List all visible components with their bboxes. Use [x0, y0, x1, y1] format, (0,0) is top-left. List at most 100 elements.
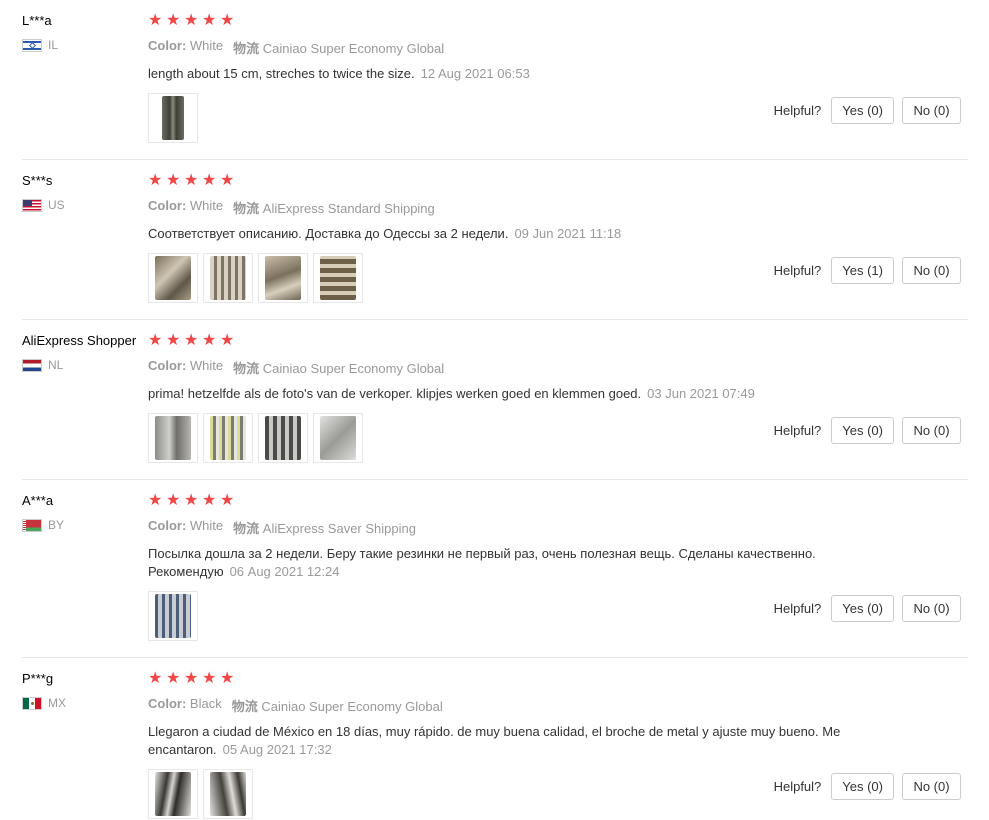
helpful-yes-button[interactable]: Yes (1): [831, 257, 894, 284]
helpful-yes-button[interactable]: Yes (0): [831, 417, 894, 444]
color-label: Color:: [148, 696, 187, 711]
helpful-label: Helpful?: [773, 779, 822, 794]
reviewer-country: IL: [22, 38, 146, 52]
country-code: US: [48, 198, 65, 212]
helpful-controls: Helpful? Yes (0) No (0): [774, 773, 961, 800]
review-photo[interactable]: [313, 413, 363, 463]
helpful-no-button[interactable]: No (0): [902, 417, 961, 444]
color-value: Black: [189, 696, 222, 711]
review-photo[interactable]: [148, 413, 198, 463]
review-date: 06 Aug 2021 12:24: [229, 564, 340, 579]
star-icon: ★: [166, 492, 181, 509]
helpful-no-button[interactable]: No (0): [902, 595, 961, 622]
star-rating: ★ ★ ★ ★ ★: [148, 173, 968, 191]
review-text: Посылка дошла за 2 недели. Беру такие ре…: [148, 546, 816, 579]
review-photo[interactable]: [148, 769, 198, 819]
reviewer-name: S***s: [22, 173, 53, 188]
review-meta: Color: Black 物流 Cainiao Super Economy Gl…: [148, 696, 968, 715]
shipping-value: AliExpress Standard Shipping: [262, 201, 435, 216]
star-icon: ★: [184, 172, 199, 189]
helpful-no-button[interactable]: No (0): [902, 97, 961, 124]
flag-by-icon: [22, 518, 42, 532]
helpful-no-button[interactable]: No (0): [902, 773, 961, 800]
star-rating: ★ ★ ★ ★ ★: [148, 13, 968, 31]
star-icon: ★: [166, 172, 181, 189]
review-photo[interactable]: [148, 93, 198, 143]
reviewer-name: AliExpress Shopper: [22, 333, 137, 348]
review-photo[interactable]: [313, 253, 363, 303]
helpful-controls: Helpful? Yes (1) No (0): [774, 257, 961, 284]
reviewer-info: S***s US: [22, 173, 146, 212]
review-photo[interactable]: [148, 253, 198, 303]
shipping-label: 物流: [233, 361, 260, 376]
shipping-value: Cainiao Super Economy Global: [262, 41, 445, 56]
shipping-label: 物流: [233, 41, 260, 56]
review-item: P***g MX ★ ★ ★ ★ ★ Color: Black 物流 Cainiao S…: [22, 658, 968, 820]
star-icon: ★: [220, 172, 235, 189]
star-icon: ★: [202, 670, 217, 687]
flag-il-icon: [22, 38, 42, 52]
helpful-label: Helpful?: [773, 423, 822, 438]
helpful-yes-button[interactable]: Yes (0): [831, 595, 894, 622]
color-value: White: [189, 518, 224, 533]
star-icon: ★: [148, 332, 163, 349]
star-rating: ★ ★ ★ ★ ★: [148, 333, 968, 351]
review-date: 05 Aug 2021 17:32: [222, 742, 332, 757]
star-icon: ★: [148, 172, 163, 189]
star-icon: ★: [184, 12, 199, 29]
shipping-label: 物流: [233, 201, 260, 216]
helpful-yes-button[interactable]: Yes (0): [831, 773, 894, 800]
color-value: White: [189, 198, 224, 213]
reviewer-country: BY: [22, 518, 146, 532]
star-icon: ★: [202, 332, 217, 349]
review-photo[interactable]: [203, 769, 253, 819]
review-photo[interactable]: [203, 413, 253, 463]
review-text: Соответствует описанию. Доставка до Одес…: [148, 226, 622, 241]
star-icon: ★: [148, 492, 163, 509]
star-icon: ★: [202, 172, 217, 189]
reviewer-country: NL: [22, 358, 146, 372]
star-rating: ★ ★ ★ ★ ★: [148, 671, 968, 689]
star-icon: ★: [202, 12, 217, 29]
review-text: Llegaron a ciudad de México en 18 días, …: [148, 724, 841, 757]
color-label: Color:: [148, 38, 187, 53]
color-label: Color:: [148, 358, 187, 373]
country-code: BY: [48, 518, 65, 532]
country-code: IL: [48, 38, 59, 52]
helpful-label: Helpful?: [773, 601, 822, 616]
star-icon: ★: [166, 670, 181, 687]
reviewer-country: MX: [22, 696, 146, 710]
star-icon: ★: [220, 332, 235, 349]
reviewer-info: P***g MX: [22, 671, 146, 710]
star-icon: ★: [184, 670, 199, 687]
reviewer-info: AliExpress Shopper NL: [22, 333, 146, 372]
review-item: A***a BY ★ ★ ★ ★ ★ Color: White 物流 AliExpres…: [22, 480, 968, 658]
helpful-no-button[interactable]: No (0): [902, 257, 961, 284]
review-meta: Color: White 物流 AliExpress Saver Shippin…: [148, 518, 968, 537]
flag-nl-icon: [22, 358, 42, 372]
review-item: S***s US ★ ★ ★ ★ ★ Color: White 物流 AliExpres…: [22, 160, 968, 320]
review-text: length about 15 cm, streches to twice th…: [148, 66, 530, 81]
star-icon: ★: [202, 492, 217, 509]
star-icon: ★: [220, 12, 235, 29]
review-item: AliExpress Shopper NL ★ ★ ★ ★ ★ Color: White…: [22, 320, 968, 480]
review-date: 12 Aug 2021 06:53: [420, 66, 530, 81]
country-code: NL: [48, 358, 64, 372]
review-photo[interactable]: [258, 413, 308, 463]
helpful-yes-button[interactable]: Yes (0): [831, 97, 894, 124]
review-date: 03 Jun 2021 07:49: [647, 386, 755, 401]
star-icon: ★: [220, 670, 235, 687]
review-photo[interactable]: [148, 591, 198, 641]
shipping-value: Cainiao Super Economy Global: [262, 361, 445, 376]
reviewer-name: P***g: [22, 671, 54, 686]
review-photo[interactable]: [258, 253, 308, 303]
shipping-value: AliExpress Saver Shipping: [262, 521, 416, 536]
helpful-label: Helpful?: [773, 103, 822, 118]
review-date: 09 Jun 2021 11:18: [514, 226, 622, 241]
shipping-value: Cainiao Super Economy Global: [261, 699, 443, 714]
star-icon: ★: [220, 492, 235, 509]
helpful-controls: Helpful? Yes (0) No (0): [774, 417, 961, 444]
reviewer-name: L***a: [22, 13, 52, 28]
star-rating: ★ ★ ★ ★ ★: [148, 493, 968, 511]
review-photo[interactable]: [203, 253, 253, 303]
